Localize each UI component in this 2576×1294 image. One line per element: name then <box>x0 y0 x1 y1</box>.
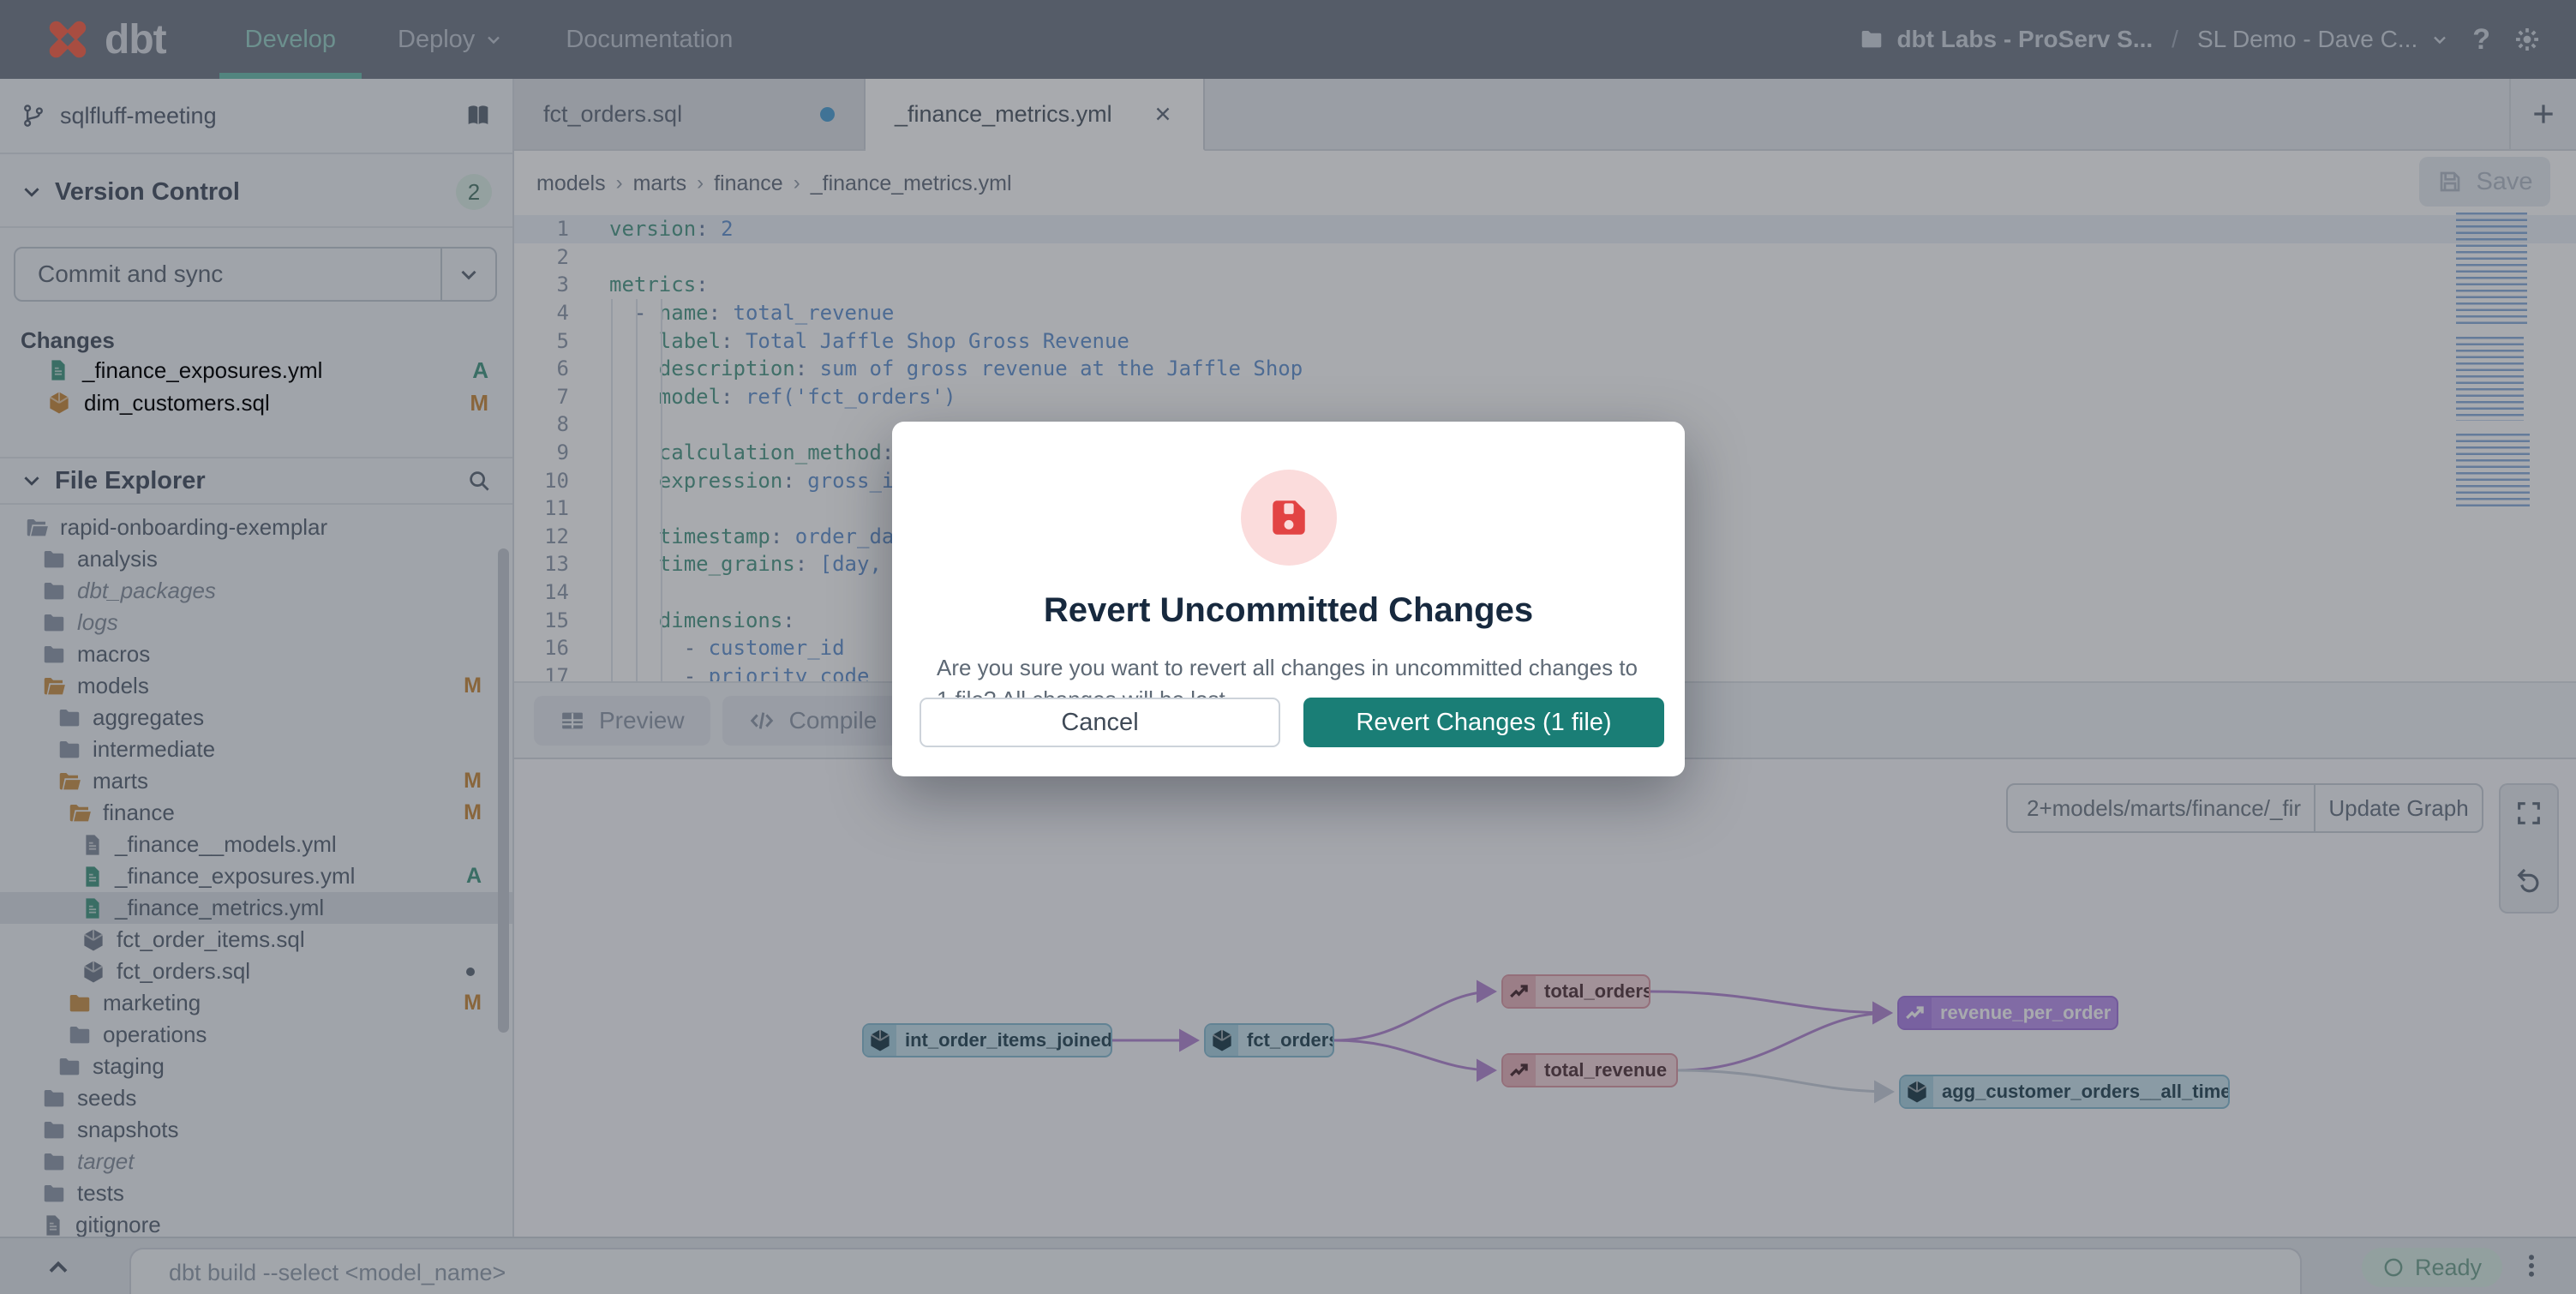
modal-actions: Cancel Revert Changes (1 file) <box>920 698 1664 747</box>
modal-icon-circle <box>1241 470 1337 566</box>
revert-changes-modal: Revert Uncommitted Changes Are you sure … <box>892 422 1685 776</box>
revert-changes-button[interactable]: Revert Changes (1 file) <box>1303 698 1664 747</box>
floppy-revert-icon <box>1267 496 1310 539</box>
cancel-button[interactable]: Cancel <box>920 698 1280 747</box>
modal-title: Revert Uncommitted Changes <box>892 591 1685 630</box>
dbt-cloud-ide: dbt DevelopDeployDocumentation dbt Labs … <box>0 0 2576 1294</box>
